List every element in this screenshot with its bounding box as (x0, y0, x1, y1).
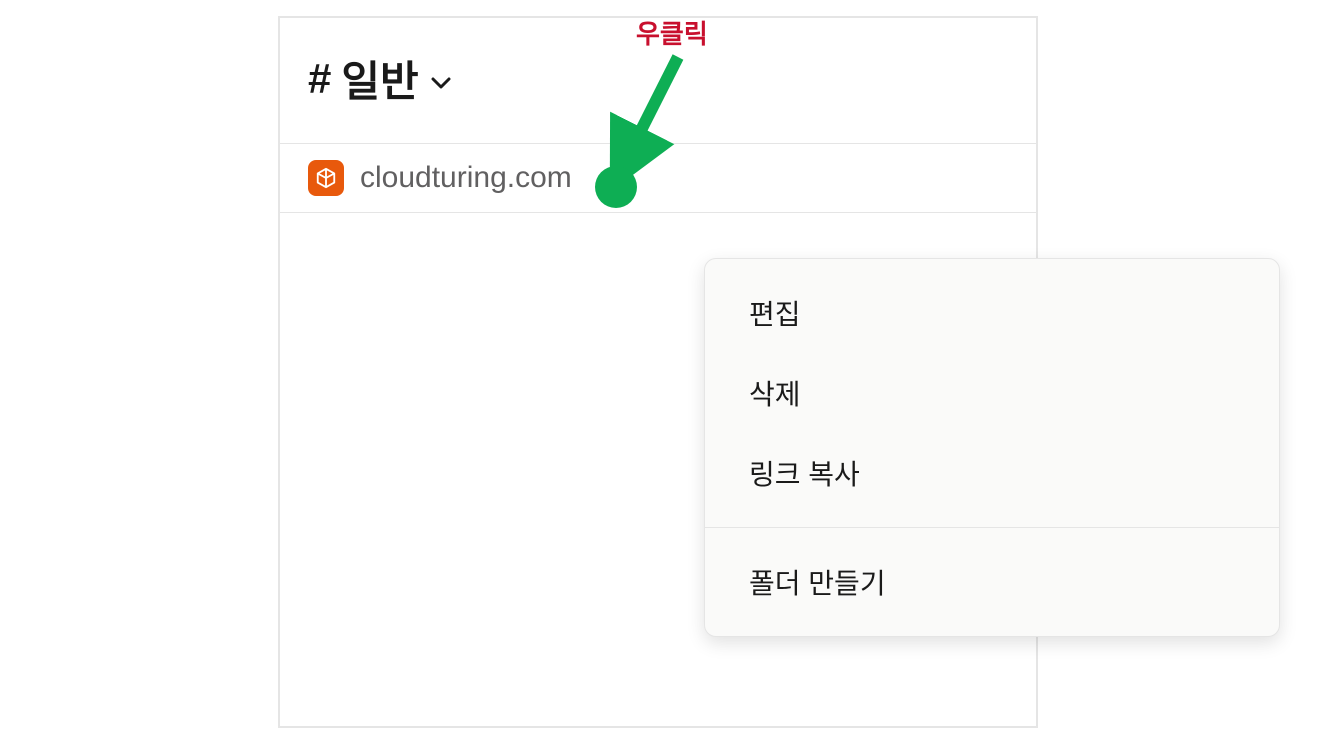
context-menu-section-2: 폴더 만들기 (705, 528, 1279, 636)
add-bookmark-button[interactable]: + (616, 161, 634, 195)
chevron-down-icon (431, 76, 451, 90)
panel-container: # 일반 cloudturing.com + 편집 삭제 링크 복사 폴더 만들… (278, 16, 1038, 728)
menu-item-delete[interactable]: 삭제 (705, 353, 1279, 433)
channel-hash: # (308, 55, 331, 103)
bookmark-bar: cloudturing.com + (280, 143, 1036, 213)
context-menu-section-1: 편집 삭제 링크 복사 (705, 259, 1279, 527)
annotation-label: 우클릭 (636, 14, 708, 51)
menu-item-create-folder[interactable]: 폴더 만들기 (705, 542, 1279, 622)
bookmark-app-icon (308, 160, 344, 196)
menu-item-copy-link[interactable]: 링크 복사 (705, 433, 1279, 513)
channel-name: 일반 (341, 48, 418, 109)
bookmark-link[interactable]: cloudturing.com (360, 161, 572, 195)
context-menu: 편집 삭제 링크 복사 폴더 만들기 (704, 258, 1280, 637)
menu-item-edit[interactable]: 편집 (705, 273, 1279, 353)
